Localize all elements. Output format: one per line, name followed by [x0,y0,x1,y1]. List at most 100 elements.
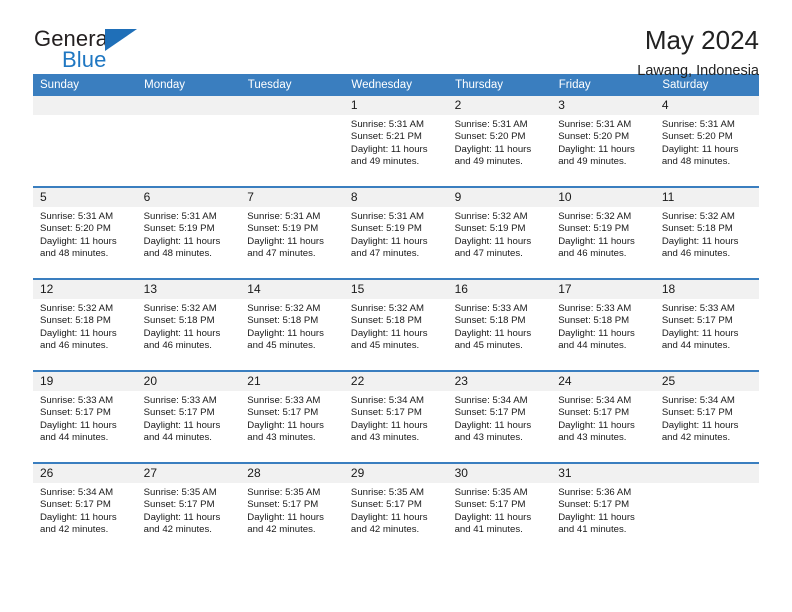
day-info-line: Daylight: 11 hours [40,327,117,339]
calendar-day-cell[interactable]: 4 Sunrise: 5:31 AM Sunset: 5:20 PM Daylight… [654,96,759,187]
calendar-day-cell[interactable]: 10 Sunrise: 5:32 AM Sunset: 5:19 PM Dayligh… [551,186,655,279]
day-info-line: and 42 minutes. [661,432,731,444]
day-info-line: Sunset: 5:19 PM [247,223,319,235]
day-info-line: Sunrise: 5:36 AM [558,487,632,498]
day-sun-info: Sunrise: 5:31 AM Sunset: 5:20 PM Daylight:… [655,115,759,169]
day-sun-info: Sunrise: 5:35 AM Sunset: 5:17 PM Daylight:… [137,483,241,537]
day-number: 21 [240,372,344,391]
calendar-day-cell[interactable]: 26 Sunrise: 5:34 AM Sunset: 5:17 PM Dayligh… [33,462,137,554]
day-info-line: Sunrise: 5:31 AM [350,119,424,130]
day-sun-info: Sunrise: 5:34 AM Sunset: 5:17 PM Daylight:… [33,483,137,537]
calendar-day-cell[interactable]: 8 Sunrise: 5:31 AM Sunset: 5:19 PM Daylight… [343,186,448,279]
calendar-day-cell[interactable]: 13 Sunrise: 5:32 AM Sunset: 5:18 PM Dayligh… [136,278,241,371]
calendar-day-cell[interactable]: 15 Sunrise: 5:32 AM Sunset: 5:18 PM Dayligh… [343,278,448,371]
day-box: 7 Sunrise: 5:31 AM Sunset: 5:19 PM Daylight… [240,188,344,278]
calendar-day-cell[interactable]: 9 Sunrise: 5:32 AM Sunset: 5:19 PM Daylight… [447,186,552,279]
day-info-line: and 44 minutes. [558,340,627,352]
calendar-week-row: 1 Sunrise: 5:31 AM Sunset: 5:21 PM Daylight… [33,96,759,187]
day-info-line: Daylight: 11 hours [454,143,532,155]
day-info-line: Sunset: 5:18 PM [661,223,733,235]
calendar-day-cell[interactable]: 27 Sunrise: 5:35 AM Sunset: 5:17 PM Dayligh… [136,462,241,554]
day-sun-info: Sunrise: 5:33 AM Sunset: 5:18 PM Daylight:… [551,299,655,353]
calendar-day-cell[interactable]: 21 Sunrise: 5:33 AM Sunset: 5:17 PM Dayligh… [240,370,344,463]
day-number [136,96,241,115]
calendar-day-cell[interactable]: 25 Sunrise: 5:34 AM Sunset: 5:17 PM Dayligh… [654,370,759,463]
day-info-line: Daylight: 11 hours [454,327,532,339]
day-info-line: and 47 minutes. [247,248,316,260]
day-info-line: Sunset: 5:17 PM [143,499,215,511]
calendar-day-cell[interactable]: 2 Sunrise: 5:31 AM Sunset: 5:20 PM Daylight… [447,96,552,187]
day-box: 17 Sunrise: 5:33 AM Sunset: 5:18 PM Dayligh… [551,280,655,370]
day-info-line: and 49 minutes. [558,156,627,168]
calendar-day-cell[interactable]: 17 Sunrise: 5:33 AM Sunset: 5:18 PM Dayligh… [551,278,655,371]
day-info-line: and 46 minutes. [143,340,212,352]
day-info-line: Sunset: 5:17 PM [558,499,630,511]
day-info-line: and 46 minutes. [661,248,731,260]
calendar-day-cell[interactable]: 3 Sunrise: 5:31 AM Sunset: 5:20 PM Daylight… [551,96,655,187]
calendar-empty-cell [240,96,344,187]
day-info-line: Sunrise: 5:33 AM [143,395,217,406]
day-sun-info: Sunrise: 5:31 AM Sunset: 5:19 PM Daylight:… [240,207,344,261]
day-info-line: Daylight: 11 hours [143,511,221,523]
calendar-day-cell[interactable]: 1 Sunrise: 5:31 AM Sunset: 5:21 PM Daylight… [343,96,448,187]
day-info-line: Sunset: 5:18 PM [143,315,215,327]
logo-triangle-icon [105,29,137,51]
day-info-line: Sunset: 5:18 PM [558,315,630,327]
day-number [33,96,137,115]
day-info-line: and 42 minutes. [40,524,109,536]
day-info-line: Daylight: 11 hours [247,327,324,339]
day-info-line: Sunrise: 5:31 AM [558,119,632,130]
day-info-line: and 46 minutes. [40,340,109,352]
day-sun-info: Sunrise: 5:31 AM Sunset: 5:20 PM Daylight:… [448,115,552,169]
day-number: 28 [240,464,344,483]
day-number: 9 [447,188,552,207]
calendar-day-cell[interactable]: 19 Sunrise: 5:33 AM Sunset: 5:17 PM Dayligh… [33,370,137,463]
calendar-day-cell[interactable]: 31 Sunrise: 5:36 AM Sunset: 5:17 PM Dayligh… [551,462,655,554]
day-info-line: Daylight: 11 hours [350,235,428,247]
calendar-day-cell[interactable]: 14 Sunrise: 5:32 AM Sunset: 5:18 PM Dayligh… [240,278,344,371]
day-box: 6 Sunrise: 5:31 AM Sunset: 5:19 PM Daylight… [136,188,241,278]
day-info-line: Sunrise: 5:33 AM [558,303,632,314]
day-box: 5 Sunrise: 5:31 AM Sunset: 5:20 PM Daylight… [33,188,137,278]
general-blue-logo[interactable]: General Blue [33,26,173,74]
calendar-day-cell[interactable]: 23 Sunrise: 5:34 AM Sunset: 5:17 PM Dayligh… [447,370,552,463]
day-number: 17 [551,280,655,299]
calendar-day-cell[interactable]: 16 Sunrise: 5:33 AM Sunset: 5:18 PM Dayligh… [447,278,552,371]
day-sun-info: Sunrise: 5:32 AM Sunset: 5:18 PM Daylight:… [655,207,759,261]
calendar-day-cell[interactable]: 29 Sunrise: 5:35 AM Sunset: 5:17 PM Dayligh… [343,462,448,554]
weekday-header-wednesday: Wednesday [343,74,449,96]
day-info-line: Daylight: 11 hours [350,327,428,339]
calendar-day-cell[interactable]: 22 Sunrise: 5:34 AM Sunset: 5:17 PM Dayligh… [343,370,448,463]
day-number: 25 [654,372,759,391]
calendar-day-cell[interactable]: 24 Sunrise: 5:34 AM Sunset: 5:17 PM Dayligh… [551,370,655,463]
day-number [240,96,344,115]
day-info-line: Sunset: 5:20 PM [661,131,733,143]
calendar-day-cell[interactable]: 12 Sunrise: 5:32 AM Sunset: 5:18 PM Dayligh… [33,278,137,371]
calendar-day-cell[interactable]: 7 Sunrise: 5:31 AM Sunset: 5:19 PM Daylight… [240,186,344,279]
calendar-day-cell[interactable]: 5 Sunrise: 5:31 AM Sunset: 5:20 PM Daylight… [33,186,137,279]
day-info-line: Sunrise: 5:33 AM [454,303,528,314]
day-number: 29 [343,464,448,483]
calendar-day-cell[interactable]: 11 Sunrise: 5:32 AM Sunset: 5:18 PM Dayligh… [654,186,759,279]
day-number [654,464,759,483]
weekday-header-monday: Monday [136,74,241,96]
day-info-line: and 45 minutes. [247,340,316,352]
day-info-line: Daylight: 11 hours [350,143,428,155]
day-sun-info: Sunrise: 5:35 AM Sunset: 5:17 PM Daylight:… [240,483,344,537]
day-box: 21 Sunrise: 5:33 AM Sunset: 5:17 PM Dayligh… [240,372,344,462]
title-block: May 2024 Lawang, Indonesia [637,26,759,79]
calendar-day-cell[interactable]: 18 Sunrise: 5:33 AM Sunset: 5:17 PM Dayligh… [654,278,759,371]
day-info-line: Sunrise: 5:31 AM [454,119,528,130]
day-info-line: and 44 minutes. [661,340,731,352]
day-info-line: and 45 minutes. [350,340,420,352]
day-number: 14 [240,280,344,299]
calendar-day-cell[interactable]: 20 Sunrise: 5:33 AM Sunset: 5:17 PM Dayligh… [136,370,241,463]
day-number: 16 [447,280,552,299]
calendar-day-cell[interactable]: 30 Sunrise: 5:35 AM Sunset: 5:17 PM Dayligh… [447,462,552,554]
day-info-line: Sunrise: 5:31 AM [143,211,217,222]
day-info-line: and 49 minutes. [454,156,523,168]
calendar-day-cell[interactable]: 6 Sunrise: 5:31 AM Sunset: 5:19 PM Daylight… [136,186,241,279]
calendar-day-cell[interactable]: 28 Sunrise: 5:35 AM Sunset: 5:17 PM Dayligh… [240,462,344,554]
day-sun-info: Sunrise: 5:31 AM Sunset: 5:20 PM Daylight:… [551,115,655,169]
day-info-line: and 41 minutes. [454,524,523,536]
